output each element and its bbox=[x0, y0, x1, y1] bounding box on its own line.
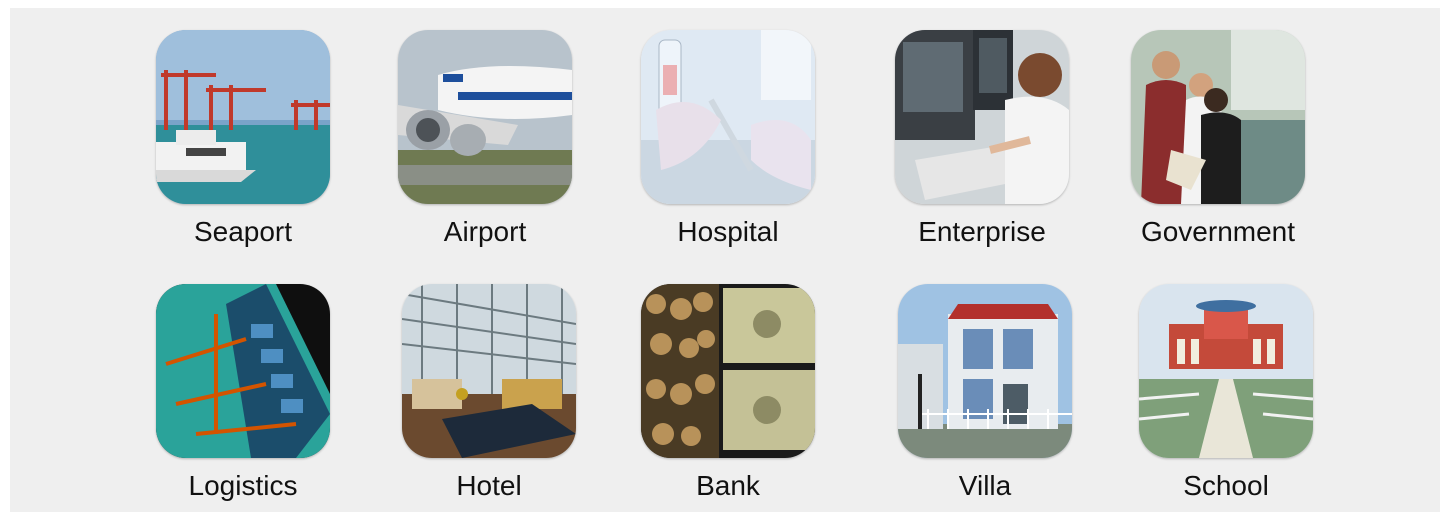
logistics-image bbox=[156, 284, 330, 458]
government-image bbox=[1131, 30, 1305, 204]
tile-label: Airport bbox=[443, 216, 527, 247]
tile-school[interactable]: School bbox=[1136, 284, 1316, 502]
seaport-image bbox=[156, 30, 330, 204]
tile-label: Villa bbox=[958, 470, 1012, 501]
tile-enterprise[interactable]: Enterprise bbox=[892, 30, 1072, 248]
tile-label: Enterprise bbox=[918, 216, 1046, 247]
tile-label: Government bbox=[1140, 216, 1296, 247]
tile-airport[interactable]: Airport bbox=[395, 30, 575, 248]
tile-bank[interactable]: Bank bbox=[638, 284, 818, 502]
tile-hospital[interactable]: Hospital bbox=[638, 30, 818, 248]
school-image bbox=[1139, 284, 1313, 458]
tile-villa[interactable]: Villa bbox=[895, 284, 1075, 502]
airport-image bbox=[398, 30, 572, 204]
tile-logistics[interactable]: Logistics bbox=[153, 284, 333, 502]
tile-label: Hospital bbox=[677, 216, 779, 247]
tile-label: Seaport bbox=[193, 216, 293, 247]
tile-government[interactable]: Government bbox=[1128, 30, 1308, 248]
hotel-image bbox=[402, 284, 576, 458]
tile-label: Bank bbox=[696, 470, 760, 501]
application-grid-panel: Seaport Airport Hospital Enterprise Gove… bbox=[10, 8, 1440, 512]
villa-image bbox=[898, 284, 1072, 458]
bank-image bbox=[641, 284, 815, 458]
tile-label: School bbox=[1183, 470, 1269, 501]
tile-hotel[interactable]: Hotel bbox=[399, 284, 579, 502]
tile-label: Logistics bbox=[188, 470, 298, 501]
tile-label: Hotel bbox=[456, 470, 522, 501]
hospital-image bbox=[641, 30, 815, 204]
enterprise-image bbox=[895, 30, 1069, 204]
tile-seaport[interactable]: Seaport bbox=[153, 30, 333, 248]
